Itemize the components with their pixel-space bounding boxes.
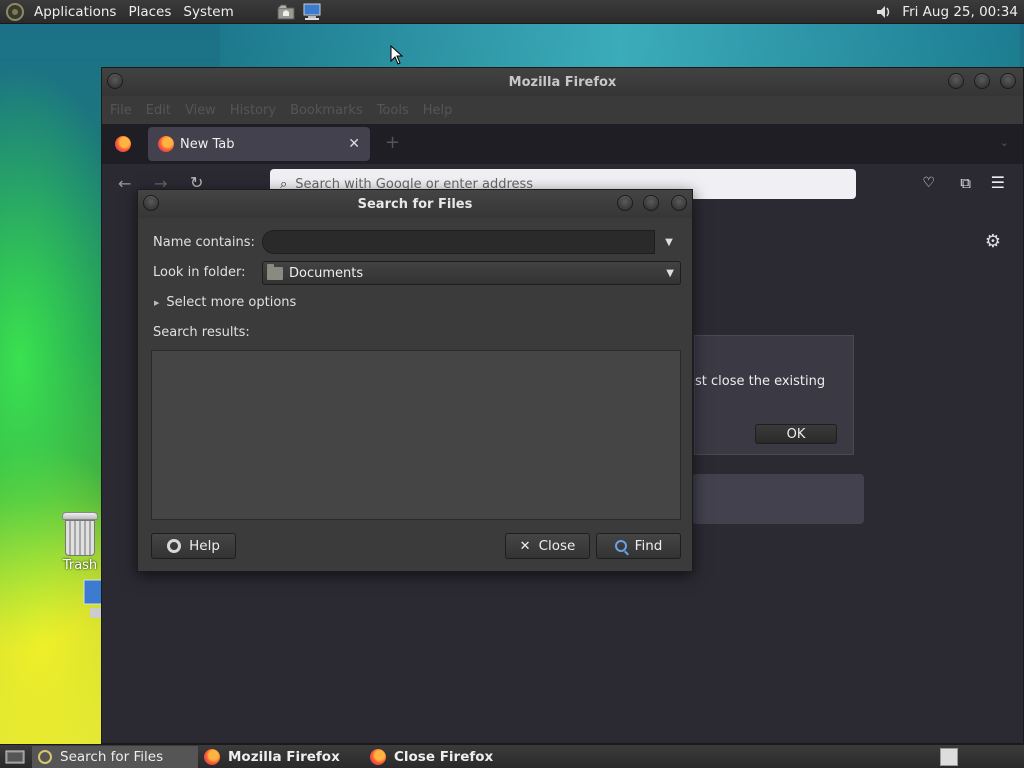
look-in-folder-label: Look in folder: <box>153 265 246 280</box>
trash-desktop-icon[interactable]: Trash <box>52 512 108 573</box>
computer-desktop-icon[interactable] <box>82 578 102 622</box>
new-tab-icon[interactable]: + <box>385 132 400 153</box>
search-results-label: Search results: <box>153 325 250 340</box>
trash-icon <box>62 512 98 556</box>
menu-help[interactable]: Help <box>423 103 453 118</box>
help-icon <box>167 539 182 553</box>
app-menu-icon[interactable]: ☰ <box>991 173 1005 192</box>
dialog-minimize-button[interactable] <box>617 195 633 211</box>
more-options-label: Select more options <box>166 295 297 310</box>
content-panel <box>692 474 864 524</box>
search-icon <box>38 749 52 764</box>
task-close-firefox[interactable]: Close Firefox <box>364 746 530 768</box>
workspace-switcher-icon[interactable] <box>940 748 958 766</box>
dialog-title: Search for Files <box>357 196 473 212</box>
menu-edit[interactable]: Edit <box>146 103 171 118</box>
look-in-folder-select[interactable]: Documents ▼ <box>262 261 681 285</box>
firefox-tab-icon <box>158 136 174 152</box>
bottom-panel: Search for Files Mozilla Firefox Close F… <box>0 744 1024 768</box>
menu-file[interactable]: File <box>110 103 132 118</box>
trash-label: Trash <box>62 558 98 573</box>
task-mozilla-firefox[interactable]: Mozilla Firefox <box>198 746 364 768</box>
menu-tools[interactable]: Tools <box>377 103 409 118</box>
more-options-expander[interactable]: ▶ Select more options <box>154 295 296 310</box>
close-button[interactable]: ✕ Close <box>505 533 590 559</box>
find-icon <box>614 540 627 552</box>
system-menu[interactable]: System <box>177 4 239 20</box>
firefox-menubar: File Edit View History Bookmarks Tools H… <box>102 96 1023 124</box>
chevron-down-icon: ▼ <box>665 236 673 248</box>
help-button[interactable]: Help <box>151 533 236 559</box>
search-results-list[interactable] <box>151 350 681 520</box>
minimize-button[interactable] <box>948 73 964 89</box>
firefox-icon <box>204 748 220 765</box>
menu-bookmarks[interactable]: Bookmarks <box>290 103 363 118</box>
chevron-down-icon: ▼ <box>666 267 674 279</box>
firefox-window-title: Mozilla Firefox <box>508 74 617 90</box>
volume-icon[interactable] <box>874 3 894 21</box>
firefox-view-icon[interactable] <box>115 136 131 152</box>
name-contains-input[interactable] <box>262 230 655 254</box>
home-folder-launcher-icon[interactable] <box>276 3 296 21</box>
extensions-icon[interactable]: ⧉ <box>960 174 971 192</box>
dialog-maximize-button[interactable] <box>643 195 659 211</box>
triangle-right-icon: ▶ <box>154 298 160 307</box>
dialog-close-button[interactable] <box>671 195 687 211</box>
maximize-button[interactable] <box>974 73 990 89</box>
tab-label: New Tab <box>180 136 235 152</box>
close-tab-icon[interactable]: ✕ <box>348 136 360 152</box>
gear-icon[interactable]: ⚙ <box>985 231 1001 252</box>
task-label: Close Firefox <box>394 748 494 765</box>
window-menu-button[interactable] <box>107 73 123 89</box>
places-menu[interactable]: Places <box>122 4 177 20</box>
firefox-titlebar[interactable]: Mozilla Firefox <box>102 68 1023 96</box>
dialog-titlebar[interactable]: Search for Files <box>138 190 692 218</box>
panel-menu-bar: Applications Places System <box>28 0 240 23</box>
folder-icon <box>267 263 283 280</box>
task-search-for-files[interactable]: Search for Files <box>32 745 198 768</box>
firefox-icon <box>370 748 386 765</box>
firefox-tabbar: New Tab ✕ + ⌄ <box>102 124 1023 164</box>
computer-launcher-icon[interactable] <box>302 3 322 21</box>
menu-view[interactable]: View <box>185 103 216 118</box>
folder-value: Documents <box>289 265 364 281</box>
search-for-files-dialog: Search for Files Name contains: ▼ Look i… <box>137 189 693 572</box>
task-label: Search for Files <box>60 748 164 765</box>
find-button-label: Find <box>634 538 663 554</box>
close-button-label: Close <box>538 538 576 554</box>
find-button[interactable]: Find <box>596 533 681 559</box>
dialog-message: st close the existing <box>695 374 826 389</box>
help-button-label: Help <box>189 538 220 554</box>
dialog-menu-button[interactable] <box>143 195 159 211</box>
list-tabs-icon[interactable]: ⌄ <box>1000 136 1009 149</box>
close-icon: ✕ <box>519 538 531 554</box>
menu-history[interactable]: History <box>230 103 276 118</box>
back-icon[interactable]: ← <box>118 174 131 193</box>
show-desktop-icon[interactable] <box>4 747 26 767</box>
mouse-cursor-icon <box>390 45 404 65</box>
close-firefox-dialog: st close the existing OK <box>694 335 854 455</box>
name-contains-label: Name contains: <box>153 235 255 250</box>
clock[interactable]: Fri Aug 25, 00:34 <box>902 4 1018 20</box>
tab-new-tab[interactable]: New Tab ✕ <box>148 127 370 161</box>
top-panel: Applications Places System Fri Aug 25, 0… <box>0 0 1024 24</box>
ok-button[interactable]: OK <box>755 424 837 444</box>
pocket-icon[interactable]: ♡ <box>922 175 935 191</box>
close-window-button[interactable] <box>1000 73 1016 89</box>
task-label: Mozilla Firefox <box>228 748 340 765</box>
name-history-dropdown[interactable]: ▼ <box>657 230 681 254</box>
distro-logo-icon[interactable] <box>6 2 24 21</box>
applications-menu[interactable]: Applications <box>28 4 122 20</box>
